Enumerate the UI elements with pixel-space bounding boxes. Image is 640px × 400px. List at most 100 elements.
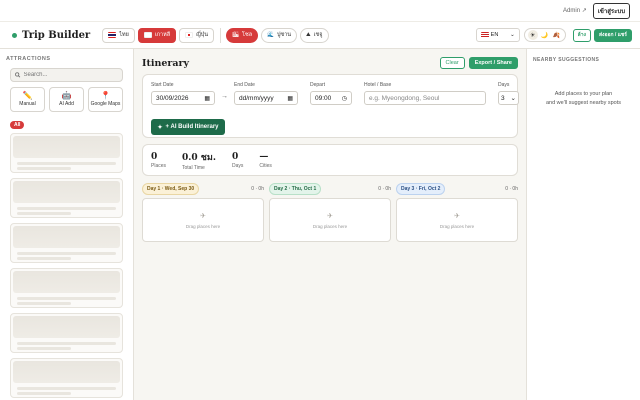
robot-icon: 🤖 (61, 91, 72, 100)
stat-cities: — Cities (259, 152, 272, 169)
clock-icon: ◷ (341, 95, 347, 102)
header-export-button[interactable]: ส่งออก / แชร์ (594, 28, 632, 42)
day-summary: 0 · 0h (378, 186, 391, 192)
country-tab-label: ญี่ปุ่น (196, 32, 209, 38)
leaf-icon[interactable]: 🍂 (552, 30, 562, 40)
hotel-label: Hotel / Base (364, 82, 392, 88)
start-date-label: Start Date (151, 82, 174, 88)
country-tab-label: ไทย (119, 32, 129, 38)
plane-icon: ✈ (327, 212, 333, 220)
city-tab-label: โซล (242, 32, 253, 38)
theme-switcher: ☀ 🌙 🍂 (523, 28, 566, 42)
trip-stats-card: 0 Places 0.0 ชม. Total Time 0 Days — Cit… (142, 144, 518, 176)
sun-icon[interactable]: ☀ (527, 30, 538, 40)
search-box (10, 68, 123, 82)
day-columns: Day 1 · Wed, Sep 30 0 · 0h ✈ Drag places… (142, 183, 518, 242)
end-date-label: End Date (234, 82, 255, 88)
attraction-card-placeholder (10, 313, 123, 353)
drop-hint: Drag places here (185, 223, 221, 229)
country-tab-label: เกาหลี (154, 32, 171, 38)
stat-label: Cities (259, 162, 272, 169)
add-place-buttons: ✏️ Manual 🤖 AI Add 📍 Google Maps (10, 87, 123, 112)
city-tab-jeju[interactable]: ⛰ เชจู (300, 27, 329, 43)
depart-label: Depart (310, 82, 326, 88)
days-select[interactable]: 3 ⌄ (498, 91, 519, 105)
day-drop-zone[interactable]: ✈ Drag places here (142, 198, 264, 242)
app-header: Trip Builder ไทย เกาหลี ญี่ปุ่น 🏙 โซล 🌊 … (0, 22, 640, 49)
country-tab-korea[interactable]: เกาหลี (137, 27, 177, 43)
stat-value: — (259, 151, 269, 162)
add-button-label: AI Add (59, 101, 74, 107)
depart-time-input[interactable]: 09:00 ◷ (310, 91, 352, 105)
login-button[interactable]: เข้าสู่ระบบ (592, 2, 630, 19)
add-button-label: Manual (19, 101, 36, 107)
nearby-empty-message: Add places to your plan and we'll sugges… (533, 90, 634, 108)
nearby-suggestions-panel: NEARBY SUGGESTIONS Add places to your pl… (526, 49, 640, 400)
city-icon: 🏙 (232, 32, 240, 38)
admin-link[interactable]: Admin ↗ (563, 7, 587, 14)
depart-field: Depart 09:00 ◷ (310, 82, 352, 105)
day-drop-zone[interactable]: ✈ Drag places here (396, 198, 518, 242)
days-label: Days (498, 82, 510, 88)
stat-days: 0 Days (232, 152, 243, 169)
stat-label: Days (231, 162, 244, 169)
day-summary: 0 · 0h (251, 186, 264, 192)
language-select[interactable]: EN ⌄ (475, 28, 520, 42)
thailand-flag-icon (108, 32, 117, 38)
day-title[interactable]: Day 1 · Wed, Sep 30 (142, 183, 200, 195)
app-title: Trip Builder (22, 29, 91, 41)
day-column-1: Day 1 · Wed, Sep 30 0 · 0h ✈ Drag places… (142, 183, 264, 242)
calendar-icon: ▦ (287, 95, 293, 102)
stat-label: Total Time (182, 164, 205, 171)
start-date-value: 30/09/2026 (156, 94, 189, 102)
attraction-card-placeholder (10, 223, 123, 263)
google-maps-button[interactable]: 📍 Google Maps (88, 87, 123, 112)
drop-hint: Drag places here (312, 223, 348, 229)
stat-value: 0 (151, 151, 158, 162)
manual-add-button[interactable]: ✏️ Manual (10, 87, 45, 112)
attraction-card-placeholder (10, 178, 123, 218)
stat-places: 0 Places (151, 152, 166, 169)
city-tab-label: เชจู (313, 32, 323, 38)
drop-hint: Drag places here (439, 223, 475, 229)
sparkle-icon: ✦ (157, 124, 163, 131)
day-drop-zone[interactable]: ✈ Drag places here (269, 198, 391, 242)
top-strip: Admin ↗ เข้าสู่ระบบ (0, 0, 640, 22)
country-tab-thailand[interactable]: ไทย (102, 27, 135, 43)
header-clear-button[interactable]: ล้าง (572, 28, 591, 42)
country-tab-japan[interactable]: ญี่ปุ่น (179, 27, 215, 43)
start-date-input[interactable]: 30/09/2026 ▦ (151, 91, 215, 105)
arrow-icon: → (221, 93, 228, 100)
search-input[interactable] (23, 72, 118, 78)
moon-icon[interactable]: 🌙 (540, 30, 550, 40)
trip-settings-card: Start Date 30/09/2026 ▦ → End Date dd/mm… (142, 74, 519, 138)
itinerary-panel: Itinerary Clear Export / Share Start Dat… (134, 49, 526, 400)
start-date-field: Start Date 30/09/2026 ▦ (151, 82, 215, 105)
day-title[interactable]: Day 2 · Thu, Oct 1 (269, 183, 322, 195)
page-title: Itinerary (142, 57, 190, 69)
end-date-input[interactable]: dd/mm/yyyy ▦ (234, 91, 298, 105)
city-tab-seoul[interactable]: 🏙 โซล (226, 27, 259, 43)
hotel-placeholder: e.g. Myeongdong, Seoul (369, 94, 440, 102)
days-field: Days 3 ⌄ (498, 82, 519, 105)
day-summary: 0 · 0h (505, 186, 518, 192)
category-filter-all[interactable]: All (10, 121, 25, 129)
clear-button[interactable]: Clear (439, 57, 465, 69)
ai-add-button[interactable]: 🤖 AI Add (49, 87, 84, 112)
hotel-field: Hotel / Base e.g. Myeongdong, Seoul (364, 82, 486, 105)
korea-flag-icon (143, 32, 152, 38)
attraction-card-placeholder (10, 133, 123, 173)
city-tab-busan[interactable]: 🌊 ปูซาน (261, 27, 298, 43)
hotel-input[interactable]: e.g. Myeongdong, Seoul (364, 91, 486, 105)
attraction-card-placeholder (10, 358, 123, 398)
export-share-button[interactable]: Export / Share (468, 57, 518, 69)
search-icon (15, 72, 21, 78)
beach-icon: 🌊 (267, 32, 274, 38)
map-pin-icon: 📍 (100, 91, 111, 100)
day-title[interactable]: Day 3 · Fri, Oct 2 (396, 183, 446, 195)
calendar-icon: ▦ (204, 95, 210, 102)
ai-build-itinerary-button[interactable]: ✦ + AI Build Itinerary (151, 119, 225, 135)
end-date-value: dd/mm/yyyy (239, 94, 274, 102)
mountain-icon: ⛰ (306, 31, 311, 38)
city-tab-label: ปูซาน (276, 32, 292, 38)
